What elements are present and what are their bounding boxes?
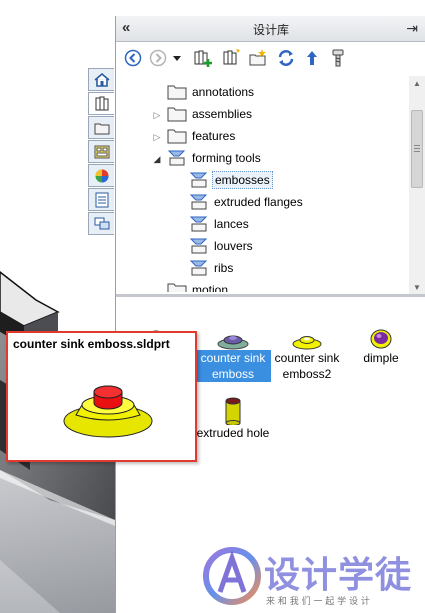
toolbox-button[interactable] <box>328 48 348 68</box>
file-item-counter-sink-emboss[interactable]: counter sink emboss <box>195 312 271 382</box>
tree-item-ribs[interactable]: ribs <box>189 258 235 278</box>
dimple-thumbnail-icon <box>370 329 392 349</box>
counter-sink-emboss2-thumbnail-icon <box>292 336 322 350</box>
watermark-slogan: 来 和 我 们 一 起 学 设 计 <box>266 597 370 607</box>
create-new-folder-button[interactable] <box>248 48 268 68</box>
forming-tool-folder-icon <box>189 238 208 254</box>
history-dropdown-button[interactable] <box>172 48 182 68</box>
preview-title: counter sink emboss.sldprt <box>13 337 170 351</box>
tree-scrollbar[interactable]: ▲ ▼ <box>409 76 425 294</box>
expand-icon[interactable]: ▷ <box>152 132 162 142</box>
forming-tool-folder-icon <box>189 194 208 210</box>
tab-view-palette[interactable] <box>88 140 114 163</box>
dropdown-icon <box>173 56 181 61</box>
folder-icon <box>167 129 187 144</box>
file-item-extruded-hole[interactable]: extruded hole <box>195 387 271 441</box>
appearances-icon <box>95 169 108 182</box>
tab-appearances[interactable] <box>88 164 114 187</box>
tree-item-louvers[interactable]: louvers <box>189 236 255 256</box>
file-item-counter-sink-emboss2[interactable]: counter sink emboss2 <box>269 312 345 382</box>
tree-item-embosses[interactable]: embosses <box>189 170 273 190</box>
file-preview-tooltip: counter sink emboss.sldprt <box>6 331 197 462</box>
watermark: 设计学徒 来 和 我 们 一 起 学 设 计 <box>200 542 425 613</box>
tree-item-extruded-flanges[interactable]: extruded flanges <box>189 192 305 212</box>
tree-item-features[interactable]: features <box>167 126 237 146</box>
forming-tool-folder-icon <box>167 150 186 166</box>
refresh-icon <box>278 50 294 66</box>
tree-item-assemblies[interactable]: assemblies <box>167 104 254 124</box>
tab-file-explorer[interactable] <box>88 116 114 139</box>
counter-sink-emboss-thumbnail-icon <box>217 335 249 350</box>
create-new-folder-icon <box>249 49 266 66</box>
task-pane-tabs <box>88 68 114 238</box>
books-icon <box>95 96 108 110</box>
folder-icon <box>94 123 109 134</box>
up-one-level-button[interactable] <box>302 48 322 68</box>
forum-icon <box>94 217 109 229</box>
pin-pane-button[interactable]: ⇥ <box>406 20 418 37</box>
expand-icon[interactable]: ▷ <box>152 110 162 120</box>
back-icon <box>124 49 142 67</box>
collapse-icon[interactable]: ◢ <box>152 154 162 164</box>
back-button[interactable] <box>123 48 143 68</box>
tree-item-annotations[interactable]: annotations <box>167 82 256 102</box>
scrollbar-thumb[interactable] <box>411 110 423 188</box>
add-to-library-button[interactable] <box>193 48 213 68</box>
add-to-library-icon <box>194 50 212 67</box>
tab-design-library[interactable] <box>88 92 114 115</box>
tab-solidworks-resources[interactable] <box>88 68 114 91</box>
toolbox-icon <box>332 49 344 67</box>
forming-tool-folder-icon <box>189 260 208 276</box>
folder-icon <box>167 107 187 122</box>
scroll-up-icon[interactable]: ▲ <box>413 79 421 88</box>
add-file-location-icon <box>223 49 240 65</box>
tab-forum[interactable] <box>88 212 114 235</box>
up-one-level-icon <box>307 51 317 65</box>
library-toolbar <box>116 43 425 73</box>
pane-splitter[interactable] <box>116 294 425 297</box>
add-file-location-button[interactable] <box>221 48 241 68</box>
tab-custom-properties[interactable] <box>88 188 114 211</box>
tree-item-motion[interactable]: motion <box>167 280 230 292</box>
home-icon <box>93 72 110 87</box>
folder-icon <box>167 85 187 100</box>
folder-icon <box>167 283 187 292</box>
pane-title: 设计库 <box>252 23 289 37</box>
watermark-brand: 设计学徒 <box>264 555 413 596</box>
properties-icon <box>95 192 108 207</box>
refresh-button[interactable] <box>276 48 296 68</box>
file-item-dimple[interactable]: dimple <box>343 312 419 366</box>
counter-sink-emboss-preview-icon <box>63 385 153 438</box>
forward-button[interactable] <box>148 48 168 68</box>
design-library-pane: « 设计库 ⇥ annotations ▷ assemblies ▷ featu… <box>115 16 425 613</box>
scroll-down-icon[interactable]: ▼ <box>413 283 421 292</box>
extruded-hole-thumbnail-icon <box>225 397 241 425</box>
forming-tool-folder-icon <box>189 216 208 232</box>
tree-item-forming-tools[interactable]: forming tools <box>167 148 263 168</box>
forming-tool-folder-icon <box>189 172 208 188</box>
tree-item-lances[interactable]: lances <box>189 214 251 234</box>
pane-header: « 设计库 ⇥ <box>116 16 425 42</box>
forward-icon <box>149 49 167 67</box>
library-tree: annotations ▷ assemblies ▷ features ◢ fo… <box>116 76 412 292</box>
view-palette-icon <box>94 145 109 158</box>
